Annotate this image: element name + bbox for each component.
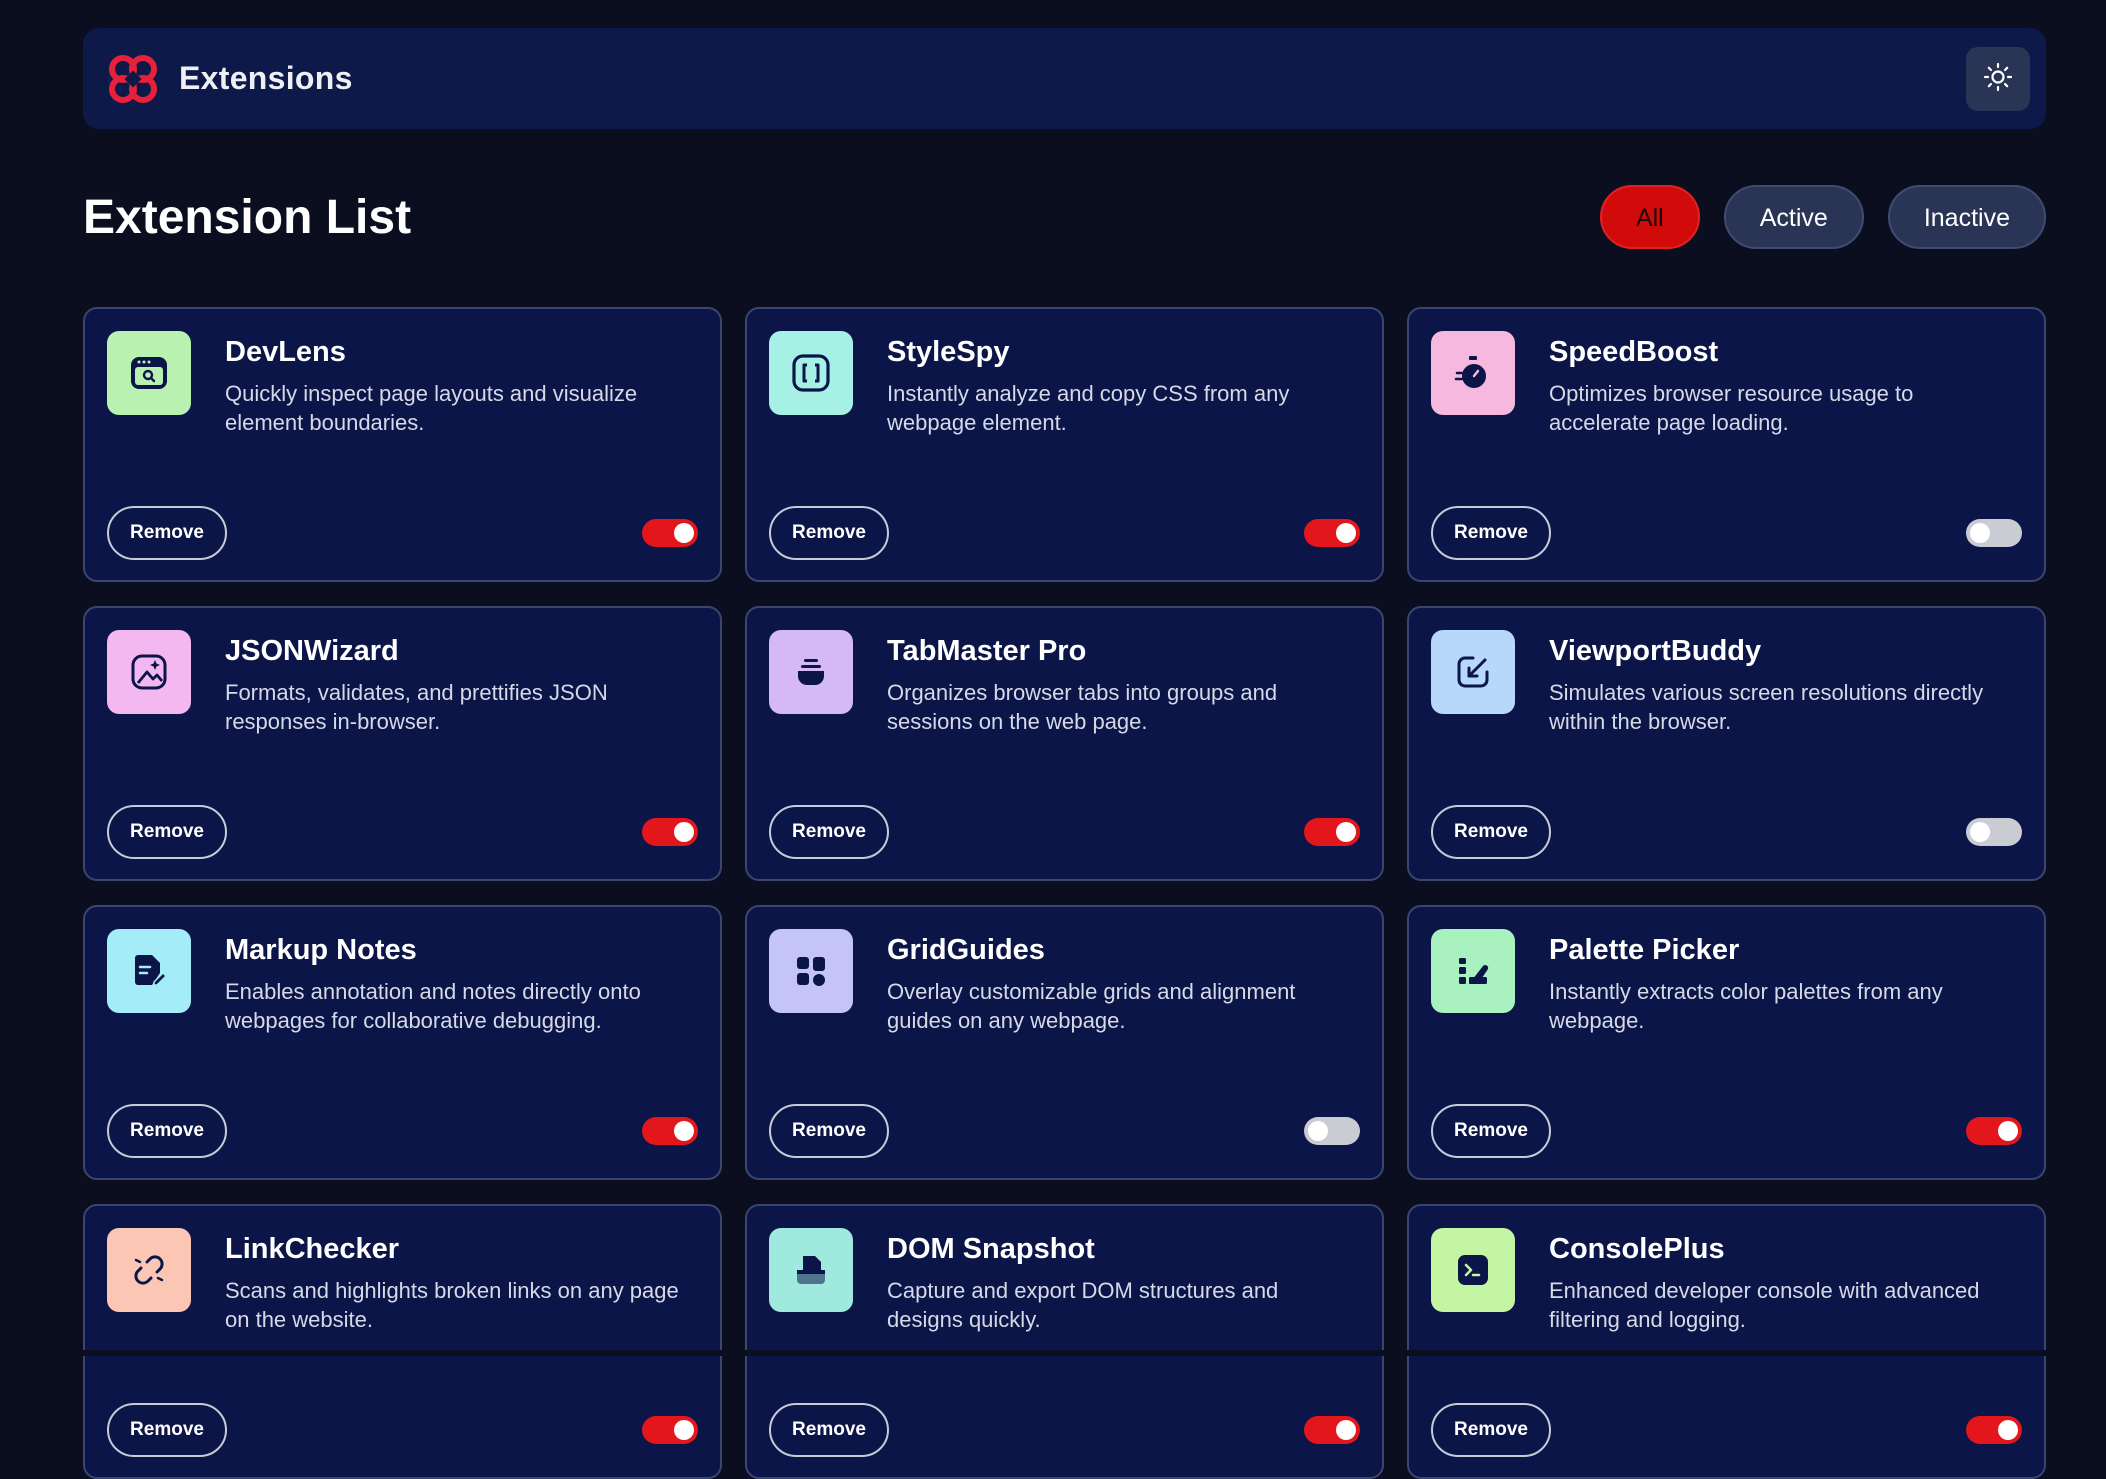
expand-arrow-icon xyxy=(1431,630,1515,714)
active-toggle[interactable] xyxy=(642,818,698,846)
remove-button[interactable]: Remove xyxy=(1431,1104,1551,1158)
extension-description: Enhanced developer console with advanced… xyxy=(1549,1278,1980,1332)
extension-description: Formats, validates, and prettifies JSON … xyxy=(225,680,608,734)
stopwatch-icon xyxy=(1431,331,1515,415)
toggle-knob xyxy=(674,822,694,842)
extension-description: Instantly extracts color palettes from a… xyxy=(1549,979,1943,1033)
extension-description: Enables annotation and notes directly on… xyxy=(225,979,641,1033)
remove-button[interactable]: Remove xyxy=(107,805,227,859)
brand-name: Extensions xyxy=(179,60,353,96)
grid-blocks-icon xyxy=(769,929,853,1013)
active-toggle[interactable] xyxy=(1966,1416,2022,1444)
extension-name: GridGuides xyxy=(887,934,1045,966)
extension-card: DOM Snapshot Capture and export DOM stru… xyxy=(745,1204,1384,1479)
extension-card: TabMaster Pro Organizes browser tabs int… xyxy=(745,606,1384,881)
extension-name: JSONWizard xyxy=(225,635,399,667)
extension-card: StyleSpy Instantly analyze and copy CSS … xyxy=(745,307,1384,582)
extension-description: Instantly analyze and copy CSS from any … xyxy=(887,381,1290,435)
flower-logo-icon xyxy=(105,51,161,107)
active-toggle[interactable] xyxy=(1304,818,1360,846)
remove-button[interactable]: Remove xyxy=(1431,1403,1551,1457)
active-toggle[interactable] xyxy=(642,519,698,547)
filter-all-button[interactable]: All xyxy=(1599,185,1700,249)
browser-search-icon xyxy=(107,331,191,415)
window-bottom-edge xyxy=(0,1350,2106,1356)
remove-button[interactable]: Remove xyxy=(1431,805,1551,859)
extension-name: Palette Picker xyxy=(1549,934,1740,966)
toggle-knob xyxy=(1998,1420,2018,1440)
extension-name: TabMaster Pro xyxy=(887,635,1087,667)
remove-button[interactable]: Remove xyxy=(769,1403,889,1457)
note-edit-icon xyxy=(107,929,191,1013)
toggle-knob xyxy=(1336,822,1356,842)
extension-card: LinkChecker Scans and highlights broken … xyxy=(83,1204,722,1479)
extension-description: Overlay customizable grids and alignment… xyxy=(887,979,1296,1033)
remove-button[interactable]: Remove xyxy=(769,506,889,560)
active-toggle[interactable] xyxy=(1304,1117,1360,1145)
active-toggle[interactable] xyxy=(1304,1416,1360,1444)
toggle-knob xyxy=(1998,1121,2018,1141)
active-toggle[interactable] xyxy=(1966,519,2022,547)
active-toggle[interactable] xyxy=(1304,519,1360,547)
filter-inactive-button[interactable]: Inactive xyxy=(1887,185,2046,249)
extension-card: DevLens Quickly inspect page layouts and… xyxy=(83,307,722,582)
broken-link-icon xyxy=(107,1228,191,1312)
snapshot-icon xyxy=(769,1228,853,1312)
top-bar: Extensions xyxy=(83,28,2046,129)
active-toggle[interactable] xyxy=(642,1416,698,1444)
extension-description: Scans and highlights broken links on any… xyxy=(225,1278,679,1332)
toggle-knob xyxy=(1970,523,1990,543)
bowl-stack-icon xyxy=(769,630,853,714)
page-title: Extension List xyxy=(83,191,412,244)
extension-description: Capture and export DOM structures and de… xyxy=(887,1278,1279,1332)
extension-card: SpeedBoost Optimizes browser resource us… xyxy=(1407,307,2046,582)
extension-grid: DevLens Quickly inspect page layouts and… xyxy=(83,307,2046,1479)
toggle-knob xyxy=(1970,822,1990,842)
toggle-knob xyxy=(1308,1121,1328,1141)
toggle-knob xyxy=(674,523,694,543)
extension-name: Markup Notes xyxy=(225,934,417,966)
extension-name: DOM Snapshot xyxy=(887,1233,1095,1265)
remove-button[interactable]: Remove xyxy=(769,805,889,859)
extension-card: Markup Notes Enables annotation and note… xyxy=(83,905,722,1180)
filter-active-button[interactable]: Active xyxy=(1723,185,1864,249)
extension-name: DevLens xyxy=(225,336,346,368)
sun-icon xyxy=(1983,62,2013,97)
toggle-knob xyxy=(674,1121,694,1141)
remove-button[interactable]: Remove xyxy=(107,1403,227,1457)
remove-button[interactable]: Remove xyxy=(769,1104,889,1158)
remove-button[interactable]: Remove xyxy=(107,1104,227,1158)
extension-name: LinkChecker xyxy=(225,1233,400,1265)
palette-icon xyxy=(1431,929,1515,1013)
code-bracket-icon xyxy=(769,331,853,415)
toggle-knob xyxy=(1336,1420,1356,1440)
magic-image-icon xyxy=(107,630,191,714)
remove-button[interactable]: Remove xyxy=(1431,506,1551,560)
theme-toggle-button[interactable] xyxy=(1966,47,2030,111)
extension-name: SpeedBoost xyxy=(1549,336,1719,368)
extension-name: ConsolePlus xyxy=(1549,1233,1725,1265)
toggle-knob xyxy=(1336,523,1356,543)
extension-card: ViewportBuddy Simulates various screen r… xyxy=(1407,606,2046,881)
extension-card: ConsolePlus Enhanced developer console w… xyxy=(1407,1204,2046,1479)
extension-description: Organizes browser tabs into groups and s… xyxy=(887,680,1278,734)
active-toggle[interactable] xyxy=(642,1117,698,1145)
terminal-icon xyxy=(1431,1228,1515,1312)
extension-card: Palette Picker Instantly extracts color … xyxy=(1407,905,2046,1180)
filter-group: All Active Inactive xyxy=(1599,185,2046,249)
extension-card: JSONWizard Formats, validates, and prett… xyxy=(83,606,722,881)
extension-card: GridGuides Overlay customizable grids an… xyxy=(745,905,1384,1180)
extension-name: ViewportBuddy xyxy=(1549,635,1762,667)
active-toggle[interactable] xyxy=(1966,818,2022,846)
extension-description: Quickly inspect page layouts and visuali… xyxy=(225,381,638,435)
toggle-knob xyxy=(674,1420,694,1440)
extension-description: Optimizes browser resource usage to acce… xyxy=(1549,381,1914,435)
remove-button[interactable]: Remove xyxy=(107,506,227,560)
active-toggle[interactable] xyxy=(1966,1117,2022,1145)
extension-name: StyleSpy xyxy=(887,336,1010,368)
extension-description: Simulates various screen resolutions dir… xyxy=(1549,680,1984,734)
